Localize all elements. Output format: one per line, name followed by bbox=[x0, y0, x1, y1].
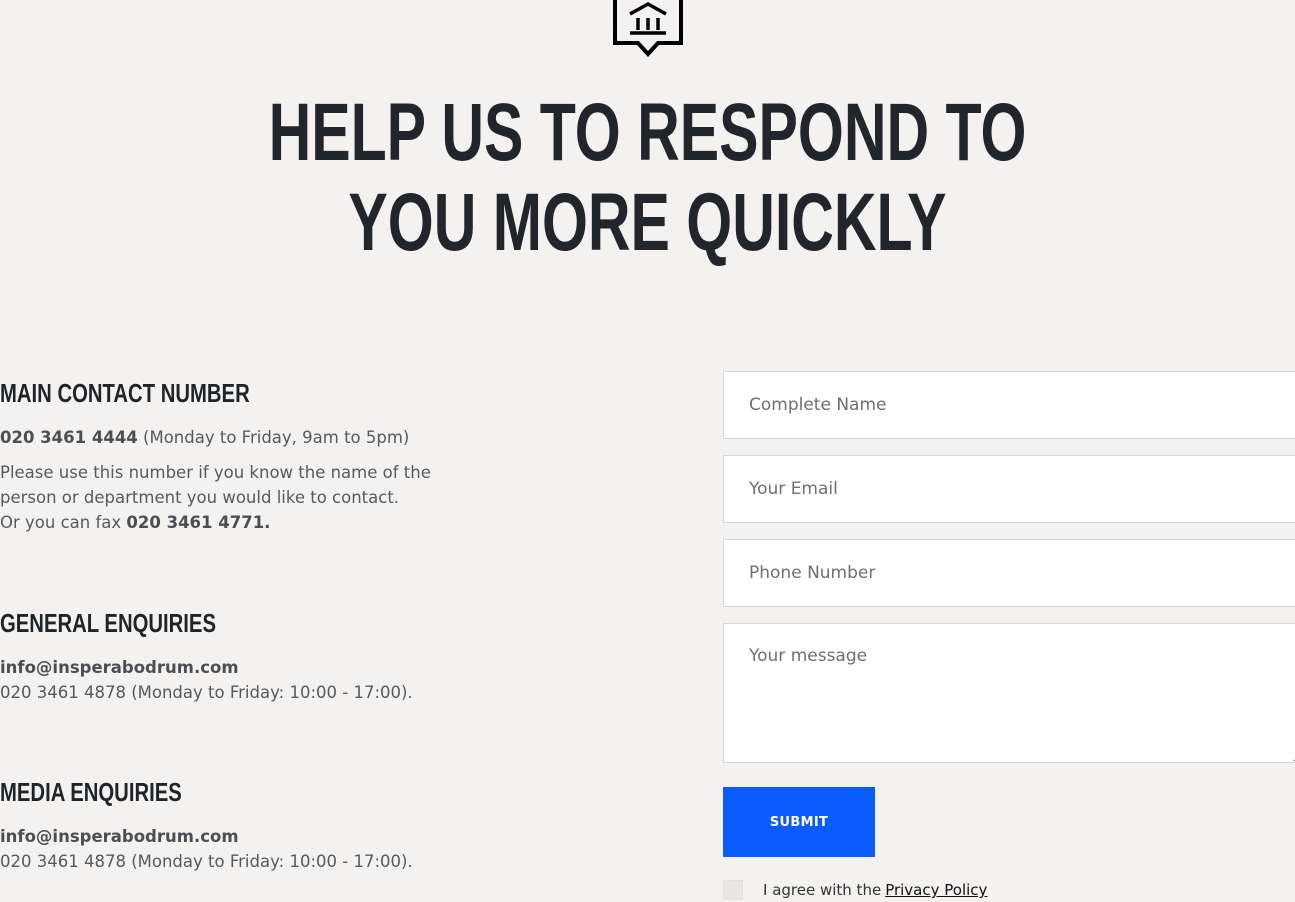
submit-button[interactable]: SUBMIT bbox=[723, 787, 875, 857]
page-title-line-1: Help us to respond to bbox=[268, 87, 1027, 178]
contact-form: SUBMIT bbox=[723, 371, 1295, 857]
general-email-line: info@insperabodrum.com bbox=[0, 655, 470, 680]
privacy-agreement: I agree with the Privacy Policy bbox=[723, 880, 987, 900]
media-email-line: info@insperabodrum.com bbox=[0, 824, 470, 849]
general-enquiries-heading: General Enquiries bbox=[0, 608, 216, 638]
name-input[interactable] bbox=[723, 371, 1295, 439]
email-input[interactable] bbox=[723, 455, 1295, 523]
main-contact-hours: (Monday to Friday, 9am to 5pm) bbox=[137, 428, 410, 447]
main-contact-section: Main Contact Number 020 3461 4444 (Monda… bbox=[0, 378, 470, 535]
media-enquiries-section: Media Enquiries info@insperabodrum.com 0… bbox=[0, 777, 470, 874]
fax-number: 020 3461 4771. bbox=[126, 513, 271, 532]
main-contact-description: Please use this number if you know the n… bbox=[0, 460, 470, 535]
general-phone-line: 020 3461 4878 (Monday to Friday: 10:00 -… bbox=[0, 683, 413, 702]
page-title-line-2: you more quickly bbox=[348, 177, 947, 268]
agree-text: I agree with the bbox=[763, 881, 882, 899]
privacy-policy-link[interactable]: Privacy Policy bbox=[885, 881, 987, 899]
main-contact-phone[interactable]: 020 3461 4444 bbox=[0, 428, 138, 447]
media-enquiries-heading: Media Enquiries bbox=[0, 777, 182, 807]
general-enquiries-section: General Enquiries info@insperabodrum.com… bbox=[0, 608, 470, 705]
media-email-link[interactable]: info@insperabodrum.com bbox=[0, 827, 239, 846]
general-email-link[interactable]: info@insperabodrum.com bbox=[0, 658, 239, 677]
agree-checkbox[interactable] bbox=[723, 880, 743, 900]
fax-prefix: Or you can fax bbox=[0, 513, 127, 532]
media-phone-line: 020 3461 4878 (Monday to Friday: 10:00 -… bbox=[0, 852, 413, 871]
main-contact-phone-line: 020 3461 4444 (Monday to Friday, 9am to … bbox=[0, 425, 470, 450]
phone-input[interactable] bbox=[723, 539, 1295, 607]
message-textarea[interactable] bbox=[723, 623, 1295, 763]
main-contact-desc-line-2: person or department you would like to c… bbox=[0, 488, 400, 507]
page-title: Help us to respond to you more quickly bbox=[181, 88, 1113, 268]
museum-pin-icon bbox=[613, 0, 683, 57]
main-contact-desc-line-1: Please use this number if you know the n… bbox=[0, 463, 431, 482]
main-contact-heading: Main Contact Number bbox=[0, 378, 250, 408]
main-contact-fax-line: Or you can fax 020 3461 4771. bbox=[0, 510, 470, 535]
